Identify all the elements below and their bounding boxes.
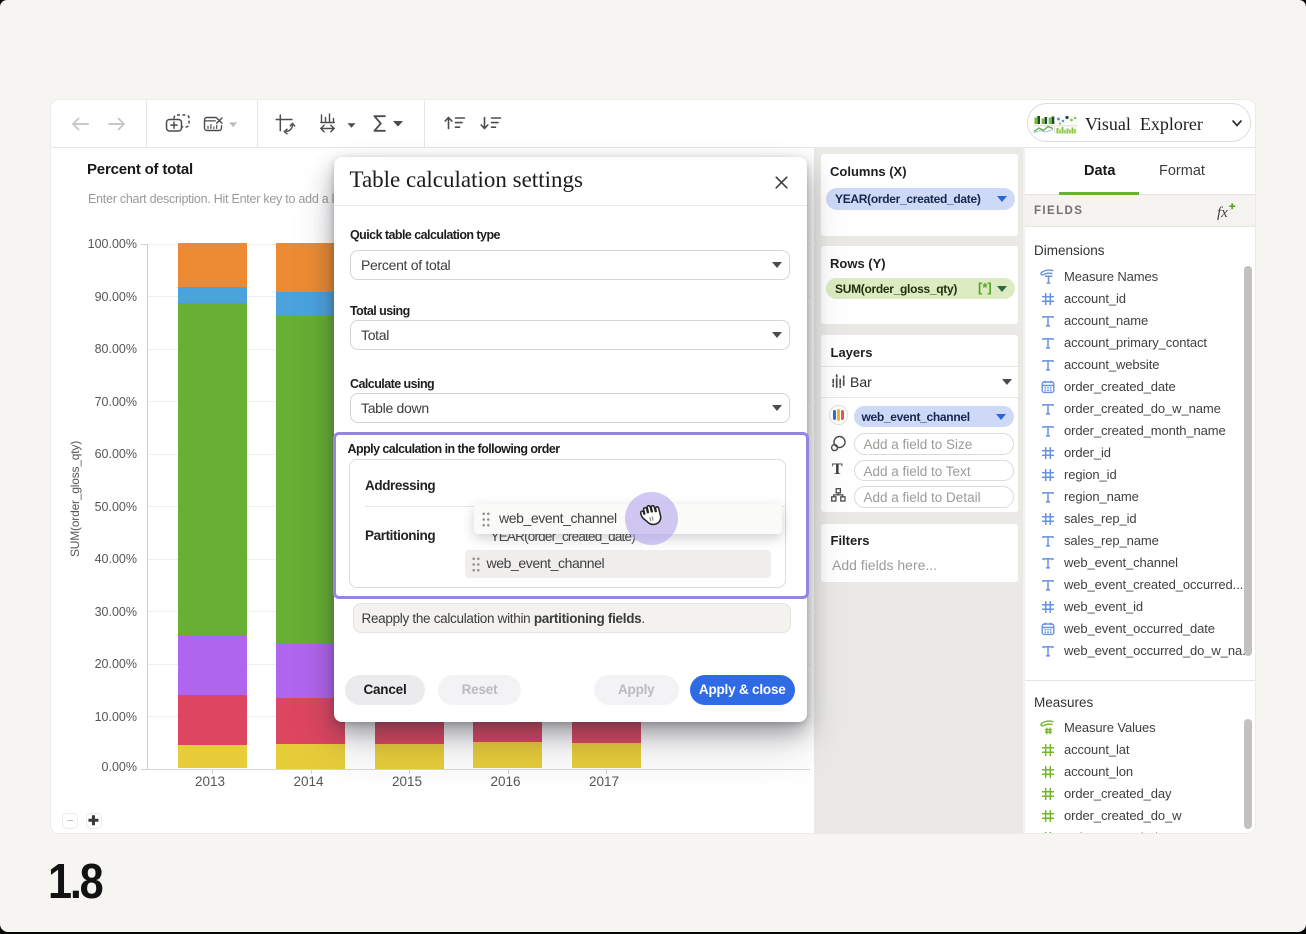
svg-text:fx: fx bbox=[1217, 205, 1228, 221]
